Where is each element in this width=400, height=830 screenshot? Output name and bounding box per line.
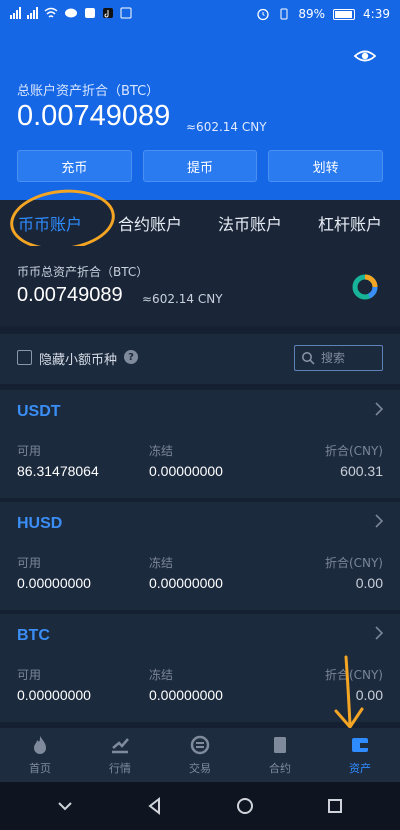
tiktok-icon (103, 8, 113, 18)
wallet-icon (352, 738, 368, 752)
deposit-button[interactable]: 充币 (17, 150, 132, 182)
frozen-value: 0.00000000 (149, 463, 223, 479)
pie-chart-icon[interactable] (352, 274, 378, 300)
status-right: 89% 4:39 (256, 7, 390, 21)
equiv-value: 0.00 (355, 687, 383, 703)
withdraw-button[interactable]: 提币 (142, 150, 258, 182)
action-buttons: 充币 提币 划转 (17, 150, 384, 182)
status-time: 4:39 (363, 7, 390, 21)
equiv-label: 折合(CNY) (324, 556, 383, 570)
system-nav-bar (0, 782, 400, 830)
app-icon (85, 8, 95, 18)
available-value: 0.00000000 (17, 687, 91, 703)
frozen-label: 冻结 (149, 668, 174, 682)
status-bar: 89% 4:39 (0, 0, 400, 32)
nav-trade[interactable]: 交易 (160, 728, 240, 782)
tab-spot-account[interactable]: 币币账户 (0, 200, 100, 246)
signal-icon (10, 7, 21, 19)
nav-label: 行情 (109, 762, 131, 775)
spot-total-label: 币币总资产折合（BTC） (17, 265, 149, 279)
recents-icon[interactable] (325, 796, 345, 816)
flame-icon (34, 736, 46, 754)
bottom-nav: 首页 行情 交易 合约 资产 (0, 728, 400, 782)
frozen-value: 0.00000000 (149, 575, 223, 591)
available-label: 可用 (17, 444, 42, 458)
battery-percent: 89% (298, 7, 326, 21)
total-assets-cny: ≈602.14 CNY (186, 120, 267, 134)
help-icon[interactable]: ? (124, 350, 138, 364)
hide-small-checkbox[interactable] (17, 350, 32, 365)
spot-total-value: 0.00749089 (17, 284, 123, 306)
alarm-icon (257, 8, 270, 21)
notification-icon (120, 7, 132, 19)
battery-icon (333, 8, 356, 20)
exchange-icon (190, 735, 210, 755)
available-label: 可用 (17, 668, 42, 682)
frozen-value: 0.00000000 (149, 687, 223, 703)
signal-icon-2 (27, 7, 38, 19)
spot-summary: 币币总资产折合（BTC） 0.00749089 ≈602.14 CNY (0, 246, 400, 326)
equiv-value: 0.00 (355, 575, 383, 591)
nav-label: 合约 (269, 762, 291, 775)
vibrate-icon (280, 8, 288, 20)
search-icon (302, 352, 315, 365)
nav-assets[interactable]: 资产 (320, 728, 400, 782)
equiv-label: 折合(CNY) (324, 444, 383, 458)
total-assets-label: 总账户资产折合（BTC） (17, 84, 160, 99)
home-icon[interactable] (235, 796, 255, 816)
coin-symbol: BTC (17, 627, 50, 644)
nav-label: 交易 (189, 762, 211, 775)
eye-icon[interactable] (354, 45, 376, 67)
search-box[interactable] (294, 345, 383, 371)
available-label: 可用 (17, 556, 42, 570)
chevron-down-icon[interactable] (55, 796, 75, 816)
spot-total-cny: ≈602.14 CNY (142, 292, 223, 306)
total-assets-value: 0.00749089 (17, 100, 171, 132)
status-left (10, 7, 132, 19)
search-input[interactable] (321, 349, 379, 367)
document-icon (274, 737, 286, 753)
tab-contract-account[interactable]: 合约账户 (100, 200, 200, 246)
nav-label: 资产 (349, 762, 371, 775)
available-value: 0.00000000 (17, 575, 91, 591)
tab-margin-account[interactable]: 杠杆账户 (300, 200, 400, 246)
back-icon[interactable] (145, 796, 165, 816)
chevron-right-icon (375, 626, 384, 640)
coin-card-btc[interactable]: BTC 可用 冻结 折合(CNY) 0.00000000 0.00000000 … (0, 614, 400, 722)
frozen-label: 冻结 (149, 444, 174, 458)
available-value: 86.31478064 (17, 463, 99, 479)
chevron-right-icon (375, 514, 384, 528)
frozen-label: 冻结 (149, 556, 174, 570)
wifi-icon (44, 7, 58, 18)
tab-fiat-account[interactable]: 法币账户 (200, 200, 300, 246)
chat-icon (65, 8, 77, 18)
equiv-label: 折合(CNY) (324, 668, 383, 682)
nav-label: 首页 (29, 762, 51, 775)
hide-small-label: 隐藏小额币种 (39, 353, 118, 368)
header: 89% 4:39 总账户资产折合（BTC） 0.00749089 ≈602.14… (0, 0, 400, 200)
account-tabs: 币币账户 合约账户 法币账户 杠杆账户 (0, 200, 400, 246)
chart-icon (112, 738, 129, 754)
coin-symbol: HUSD (17, 515, 63, 532)
coin-card-usdt[interactable]: USDT 可用 冻结 折合(CNY) 86.31478064 0.0000000… (0, 390, 400, 498)
nav-home[interactable]: 首页 (0, 728, 80, 782)
coin-symbol: USDT (17, 403, 61, 420)
equiv-value: 600.31 (340, 463, 383, 479)
nav-markets[interactable]: 行情 (80, 728, 160, 782)
nav-contract[interactable]: 合约 (240, 728, 320, 782)
transfer-button[interactable]: 划转 (268, 150, 384, 182)
coin-card-husd[interactable]: HUSD 可用 冻结 折合(CNY) 0.00000000 0.00000000… (0, 502, 400, 610)
filter-row: 隐藏小额币种 ? (0, 334, 400, 384)
chevron-right-icon (375, 402, 384, 416)
